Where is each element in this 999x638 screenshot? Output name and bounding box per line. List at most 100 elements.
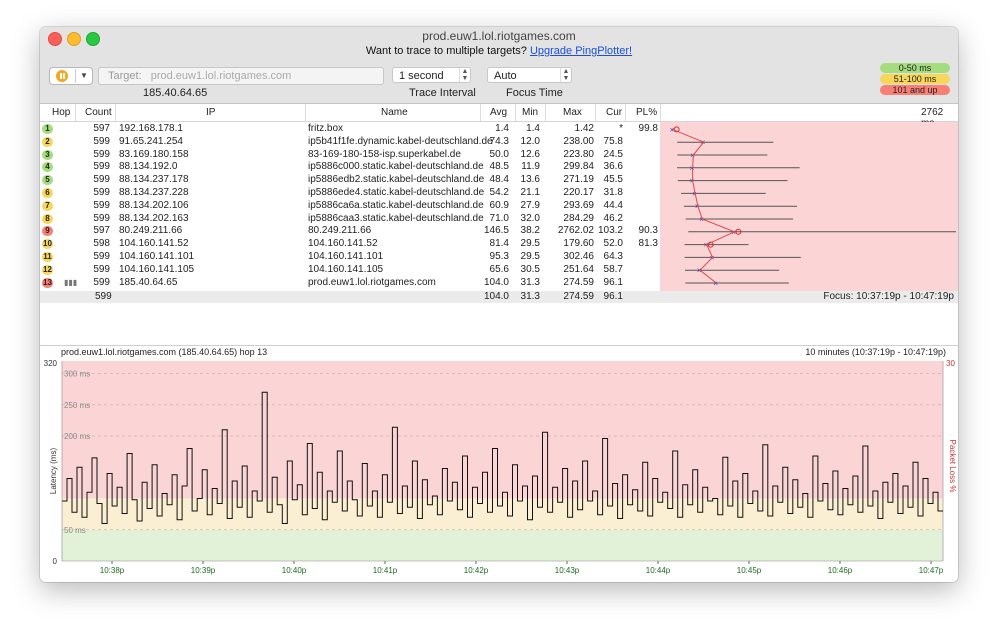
- hop-ip: 91.65.241.254: [119, 135, 183, 147]
- hop-avg-marker: ×: [713, 279, 718, 288]
- hop-name: ip5886c000.static.kabel-deutschland.de: [308, 161, 484, 173]
- hop-count: 597: [93, 123, 110, 134]
- hop-count: 597: [93, 225, 110, 237]
- hop-count: 599: [93, 212, 110, 224]
- col-pl[interactable]: PL%: [636, 107, 657, 118]
- x-tick-label: 10:38p: [100, 566, 125, 575]
- hop-max: 271.19: [563, 174, 594, 186]
- hop-max: 299.84: [563, 161, 594, 173]
- col-min[interactable]: Min: [522, 107, 538, 118]
- trace-interval-select[interactable]: 1 second ▲ ▼: [392, 67, 471, 83]
- hop-count: 599: [93, 187, 110, 198]
- hop-cur: 96.1: [603, 276, 623, 288]
- latency-timeline-chart[interactable]: 300 ms 250 ms 200 ms 50 ms 320 0 30 Latency (ms…: [40, 356, 958, 582]
- hop-cur: 52.0: [603, 238, 623, 250]
- x-tick-label: 10:43p: [555, 566, 580, 575]
- hop-avg: 48.4: [489, 174, 509, 186]
- hop-name: ip5b41f1fe.dynamic.kabel-deutschland.de: [308, 135, 493, 147]
- hop-pl: 81.3: [638, 238, 658, 250]
- x-tick-label: 10:45p: [737, 566, 762, 575]
- hop-name: ip5886ca6a.static.kabel-deutschland.de: [308, 199, 484, 211]
- y-top-label: 320: [44, 359, 58, 368]
- stepper-icon[interactable]: ▲ ▼: [459, 68, 470, 82]
- hop-name: ip5886edb2.static.kabel-deutschland.de: [308, 174, 485, 186]
- hop-ip: 83.169.180.158: [119, 148, 189, 160]
- hop-min: 13.6: [520, 174, 540, 186]
- hop-graph-background: [660, 122, 958, 292]
- hop-cur: 45.5: [603, 174, 623, 186]
- hop-pl: 99.8: [638, 123, 658, 134]
- hop-count: 599: [93, 174, 110, 186]
- bar-chart-icon[interactable]: ▮▮▮: [64, 277, 77, 290]
- hop-min: 27.9: [520, 199, 540, 211]
- hop-latency-graph: ×××××××××××××: [660, 122, 958, 292]
- hop-count: 599: [93, 161, 110, 173]
- hop-min: 12.6: [520, 148, 540, 160]
- hop-max: 238.00: [563, 135, 594, 147]
- hop-avg: 50.0: [489, 148, 509, 160]
- hop-min: 12.0: [520, 135, 540, 147]
- hop-number: 6: [42, 188, 53, 198]
- hop-count: 599: [93, 199, 110, 211]
- summary-avg: 104.0: [483, 291, 509, 302]
- col-count[interactable]: Count: [85, 107, 112, 118]
- hop-min: 1.4: [526, 123, 540, 134]
- hop-number: 8: [42, 213, 53, 224]
- hop-max: 220.17: [563, 187, 594, 198]
- focus-time-select[interactable]: Auto ▲ ▼: [487, 67, 572, 83]
- hop-avg: 1.4: [495, 123, 509, 134]
- hop-min: 30.5: [520, 263, 540, 275]
- hop-ip: 88.134.202.106: [119, 199, 189, 211]
- hop-cur: *: [619, 123, 623, 134]
- hop-ip: 80.249.211.66: [119, 225, 183, 237]
- col-avg[interactable]: Avg: [490, 107, 507, 118]
- promo-text: Want to trace to multiple targets?: [365, 45, 527, 57]
- col-ip[interactable]: IP: [206, 107, 215, 118]
- hop-avg: 146.5: [483, 225, 509, 237]
- hop-max: 179.60: [563, 238, 594, 250]
- summary-cur: 96.1: [603, 291, 623, 302]
- col-hop[interactable]: Hop: [52, 107, 70, 118]
- stepper-icon[interactable]: ▲ ▼: [560, 68, 571, 82]
- resolved-ip: 185.40.64.65: [143, 87, 208, 99]
- summary-count: 599: [95, 291, 112, 302]
- target-input[interactable]: prod.euw1.lol.riotgames.com: [151, 70, 292, 82]
- summary-max: 274.59: [563, 291, 594, 302]
- col-name[interactable]: Name: [381, 107, 408, 118]
- hop-max: 284.29: [563, 212, 594, 224]
- hop-number: 5: [42, 175, 53, 186]
- hop-min: 32.0: [520, 212, 540, 224]
- hop-ip: 88.134.202.163: [119, 212, 189, 224]
- hop-avg: 48.5: [489, 161, 509, 173]
- upgrade-link[interactable]: Upgrade PingPlotter!: [530, 45, 632, 57]
- col-max[interactable]: Max: [563, 107, 582, 118]
- hop-ip: 185.40.64.65: [119, 276, 178, 288]
- hop-min: 21.1: [520, 187, 540, 198]
- x-tick-label: 10:46p: [828, 566, 853, 575]
- hop-number: 13: [42, 277, 53, 288]
- focus-time-value: Auto: [494, 70, 517, 82]
- hop-count: 599: [93, 251, 110, 262]
- hop-number: 3: [42, 149, 53, 160]
- hop-max: 2762.02: [557, 225, 594, 237]
- legend-badge: 0-50 ms: [880, 63, 950, 73]
- pause-icon[interactable]: [56, 70, 68, 82]
- target-label: Target:: [108, 70, 142, 82]
- y-axis-label: Latency (ms): [49, 448, 58, 495]
- hop-avg: 104.0: [483, 276, 509, 288]
- hop-cur: 36.6: [603, 161, 623, 173]
- hop-number: 12: [42, 264, 53, 275]
- col-cur[interactable]: Cur: [606, 107, 622, 118]
- hop-cur: 46.2: [603, 212, 623, 224]
- hop-name: 104.160.141.52: [308, 238, 378, 250]
- title-bar: prod.euw1.lol.riotgames.com Want to trac…: [40, 27, 958, 104]
- hop-max: 274.59: [563, 276, 594, 288]
- hop-avg: 81.4: [489, 238, 509, 250]
- x-tick-label: 10:41p: [373, 566, 398, 575]
- y2-top-label: 30: [946, 359, 955, 368]
- hop-count: 599: [93, 148, 110, 160]
- target-field[interactable]: Target: prod.euw1.lol.riotgames.com: [98, 67, 384, 85]
- hop-name: prod.euw1.lol.riotgames.com: [308, 276, 436, 288]
- x-tick-label: 10:44p: [646, 566, 671, 575]
- chevron-down-icon[interactable]: ▼: [75, 69, 92, 83]
